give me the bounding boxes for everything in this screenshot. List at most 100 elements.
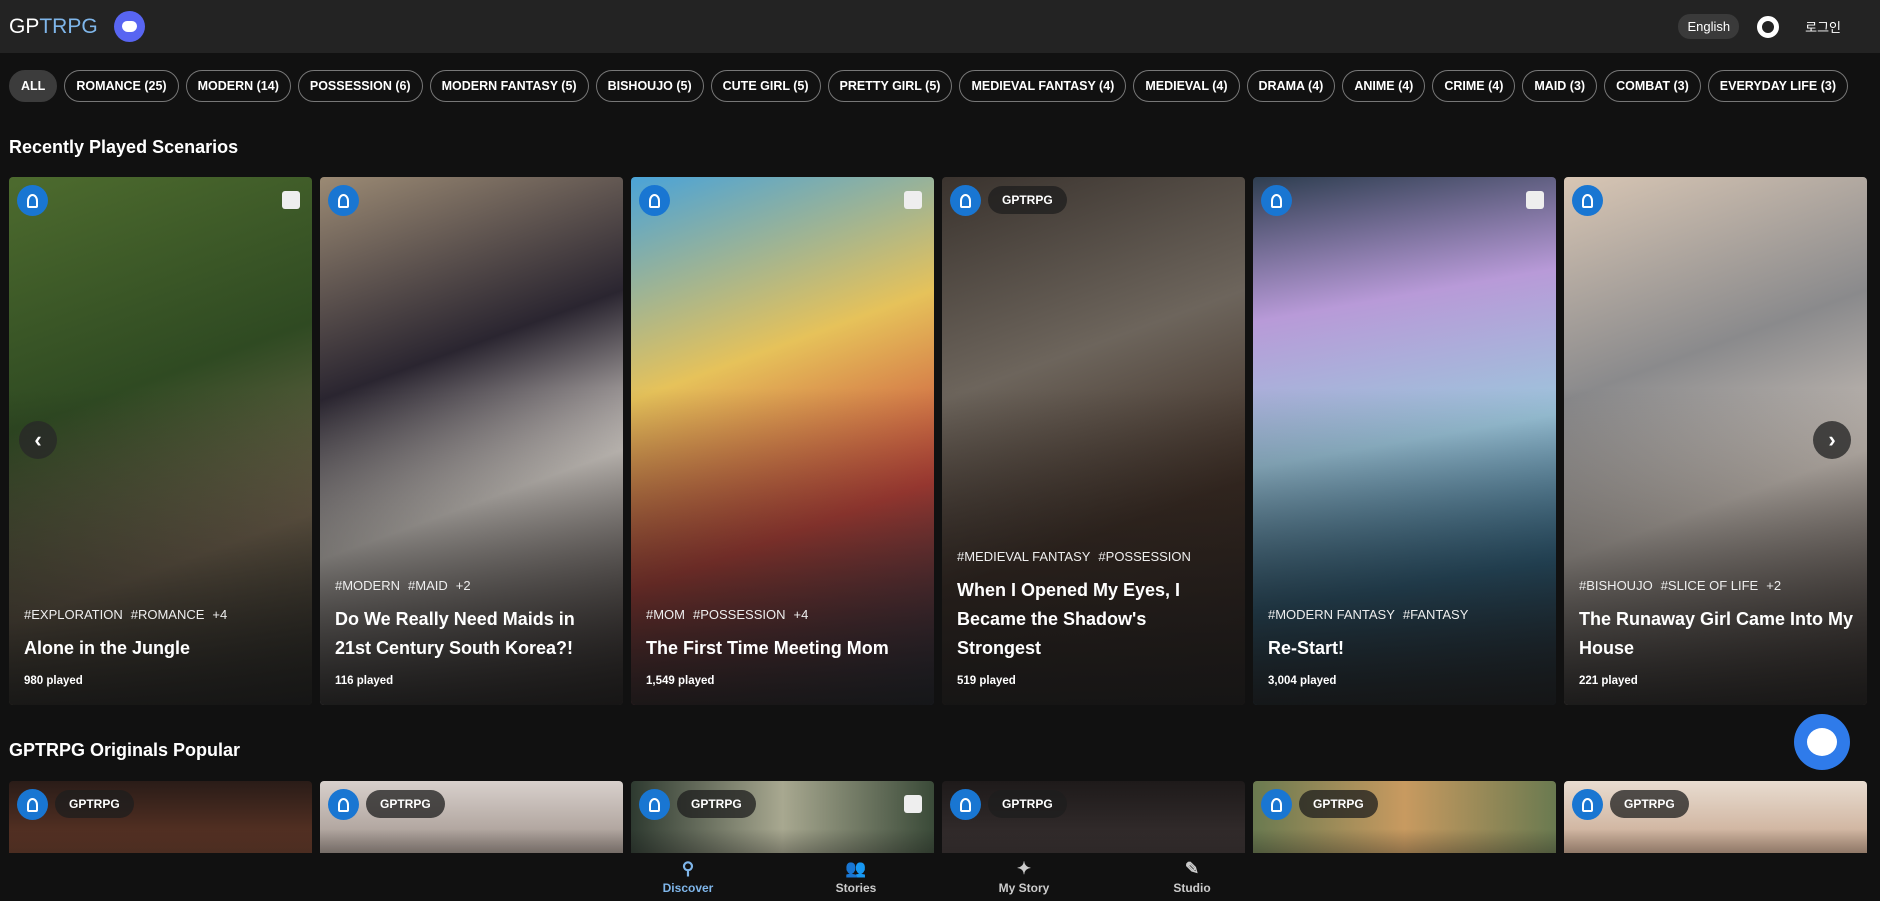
brand-label: GPTRPG	[366, 790, 445, 818]
category-chip[interactable]: POSSESSION (6)	[297, 70, 423, 102]
original-badge-icon	[17, 185, 48, 216]
card-tags: #MEDIEVAL FANTASY #POSSESSION	[957, 549, 1233, 564]
category-chip[interactable]: ALL	[9, 70, 58, 102]
tag: #MOM	[646, 607, 685, 622]
brand-label: GPTRPG	[1610, 790, 1689, 818]
tag: #SLICE OF LIFE	[1660, 578, 1759, 593]
nav-studio[interactable]: ✎ Studio	[1108, 853, 1276, 901]
category-chip[interactable]: CUTE GIRL (5)	[710, 70, 821, 102]
played-count: 116 played	[335, 675, 394, 687]
card-title: When I Opened My Eyes, I Became the Shad…	[957, 580, 1181, 658]
original-badge-icon	[1572, 789, 1603, 820]
logo[interactable]: GPTRPG	[9, 15, 98, 39]
tag: #POSSESSION	[1098, 549, 1191, 564]
original-badge-icon	[17, 789, 48, 820]
theme-toggle-icon[interactable]	[1757, 15, 1780, 38]
played-count: 221 played	[1579, 675, 1638, 687]
discord-icon[interactable]	[113, 11, 145, 42]
original-badge-icon	[328, 789, 359, 820]
category-chip[interactable]: MEDIEVAL (4)	[1133, 70, 1240, 102]
carousel-prev-button[interactable]: ‹	[19, 421, 57, 459]
tag: #MODERN	[335, 578, 401, 593]
dice-icon	[282, 191, 300, 209]
category-chip[interactable]: BISHOUJO (5)	[595, 70, 704, 102]
tag: #EXPLORATION	[24, 607, 123, 622]
category-chip[interactable]: PRETTY GIRL (5)	[827, 70, 953, 102]
logo-text: GP	[9, 14, 40, 38]
scenario-card[interactable]: #MODERN #MAID +2 Do We Really Need Maids in…	[320, 177, 623, 705]
chat-icon	[1807, 728, 1837, 756]
played-count: 519 played	[957, 675, 1016, 687]
section-title-popular: GPTRPG Originals Popular	[9, 740, 241, 760]
studio-icon: ✎	[1184, 859, 1200, 878]
tag: #POSSESSION	[693, 607, 786, 622]
tag: +4	[212, 607, 228, 622]
login-button[interactable]: 로그인	[1805, 17, 1841, 36]
chat-support-button[interactable]	[1794, 714, 1850, 770]
card-tags: #EXPLORATION #ROMANCE +4	[24, 607, 300, 622]
nav-label: Discover	[662, 881, 714, 895]
discover-icon: ⚲	[681, 859, 695, 878]
top-bar: GPTRPG English 로그인	[0, 0, 1880, 53]
nav-label: Studio	[1173, 881, 1211, 895]
category-chip[interactable]: MODERN FANTASY (5)	[429, 70, 589, 102]
category-chip[interactable]: ROMANCE (25)	[64, 70, 179, 102]
scenario-card[interactable]: #MOM #POSSESSION +4 The First Time Meeting …	[631, 177, 934, 705]
category-chip[interactable]: MAID (3)	[1522, 70, 1598, 102]
card-title: Re-Start!	[1268, 638, 1345, 658]
nav-stories[interactable]: 👥 Stories	[772, 853, 940, 901]
category-chip[interactable]: CRIME (4)	[1432, 70, 1516, 102]
tag: #MODERN FANTASY	[1268, 607, 1395, 622]
card-tags: #MODERN FANTASY #FANTASY	[1268, 607, 1544, 622]
tag: +4	[793, 607, 809, 622]
card-title: Do We Really Need Maids in 21st Century …	[335, 609, 575, 658]
card-info: #MODERN FANTASY #FANTASY Re-Start! 3,004 pl…	[1268, 607, 1544, 687]
brand-label: GPTRPG	[55, 790, 134, 818]
dice-icon	[904, 795, 922, 813]
scenario-card[interactable]: GPTRPG #MEDIEVAL FANTASY #POSSESSION When I…	[942, 177, 1245, 705]
brand-label: GPTRPG	[988, 790, 1067, 818]
tag: #BISHOUJO	[1579, 578, 1653, 593]
my-story-icon: ✦	[1016, 859, 1032, 878]
card-tags: #MODERN #MAID +2	[335, 578, 611, 593]
nav-discover[interactable]: ⚲ Discover	[604, 853, 772, 901]
card-info: #MEDIEVAL FANTASY #POSSESSION When I Opene…	[957, 549, 1233, 687]
dice-icon	[904, 191, 922, 209]
card-info: #MOM #POSSESSION +4 The First Time Meeting …	[646, 607, 922, 687]
card-title: Alone in the Jungle	[24, 638, 191, 658]
nav-my-story[interactable]: ✦ My Story	[940, 853, 1108, 901]
card-title: The Runaway Girl Came Into My House	[1579, 609, 1854, 658]
tag: #MEDIEVAL FANTASY	[957, 549, 1091, 564]
card-info: #EXPLORATION #ROMANCE +4 Alone in the Jungl…	[24, 607, 300, 687]
language-button[interactable]: English	[1678, 14, 1740, 39]
original-badge-icon	[639, 185, 670, 216]
tag: #MAID	[408, 578, 448, 593]
category-chips: ALL ROMANCE (25) MODERN (14) POSSESSION (6)…	[0, 53, 1880, 102]
brand-label: GPTRPG	[1299, 790, 1378, 818]
category-chip[interactable]: MEDIEVAL FANTASY (4)	[959, 70, 1127, 102]
stories-icon: 👥	[845, 859, 867, 878]
played-count: 3,004 played	[1268, 675, 1337, 687]
carousel-next-button[interactable]: ›	[1813, 421, 1851, 459]
original-badge-icon	[950, 185, 981, 216]
original-badge-icon	[1261, 185, 1292, 216]
tag: +2	[455, 578, 471, 593]
tag: #ROMANCE	[130, 607, 205, 622]
recent-carousel: #EXPLORATION #ROMANCE +4 Alone in the Jungl…	[9, 177, 1867, 705]
category-chip[interactable]: EVERYDAY LIFE (3)	[1707, 70, 1849, 102]
original-badge-icon	[1261, 789, 1292, 820]
original-badge-icon	[950, 789, 981, 820]
category-chip[interactable]: DRAMA (4)	[1246, 70, 1336, 102]
category-chip[interactable]: ANIME (4)	[1342, 70, 1426, 102]
nav-label: My Story	[998, 881, 1050, 895]
category-chip[interactable]: COMBAT (3)	[1604, 70, 1701, 102]
nav-label: Stories	[835, 881, 877, 895]
played-count: 1,549 played	[646, 675, 715, 687]
card-info: #BISHOUJO #SLICE OF LIFE +2 The Runaway Gir…	[1579, 578, 1855, 687]
section-title-recent: Recently Played Scenarios	[9, 137, 239, 157]
card-title: The First Time Meeting Mom	[646, 638, 889, 658]
scenario-card[interactable]: #MODERN FANTASY #FANTASY Re-Start! 3,004 pl…	[1253, 177, 1556, 705]
card-info: #MODERN #MAID +2 Do We Really Need Maids in…	[335, 578, 611, 687]
played-count: 980 played	[24, 675, 83, 687]
category-chip[interactable]: MODERN (14)	[185, 70, 291, 102]
